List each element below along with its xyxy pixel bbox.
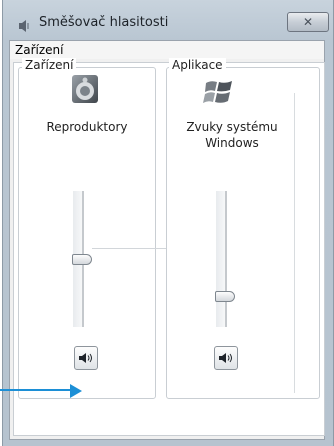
volume-mixer-window: Směšovač hlasitosti ✕ Zařízení Zařízení: [2, 0, 334, 446]
applications-group-label: Aplikace: [169, 58, 226, 72]
application-mute-button[interactable]: [214, 346, 238, 370]
mixer-content: Zařízení Reproduktory Aplikace Zvuky sys…: [13, 58, 325, 436]
device-name: Reproduktory: [46, 120, 128, 134]
speaker-volume-icon: [219, 353, 232, 363]
applications-scroll-divider: [294, 93, 295, 393]
client-area: Zařízení Zařízení Reproduktory Aplikace …: [9, 40, 325, 440]
callout-line: [0, 389, 74, 391]
application-name: Zvuky systému Windows: [166, 119, 298, 151]
close-button[interactable]: ✕: [287, 12, 329, 32]
speaker-icon: [69, 73, 101, 105]
application-name-line1: Zvuky systému: [186, 120, 278, 134]
windows-logo-icon: [202, 77, 236, 107]
speaker-mixer-icon: [17, 18, 31, 32]
speaker-volume-icon: [79, 353, 92, 363]
title-bar[interactable]: Směšovač hlasitosti ✕: [3, 0, 333, 40]
close-icon: ✕: [302, 15, 314, 29]
callout-arrow-icon: [70, 383, 82, 398]
application-volume-slider[interactable]: [225, 191, 227, 327]
window-title: Směšovač hlasitosti: [39, 15, 169, 30]
device-group-label: Zařízení: [22, 58, 77, 72]
applications-group: [166, 67, 320, 399]
device-mute-button[interactable]: [74, 346, 98, 370]
device-volume-thumb[interactable]: [72, 254, 92, 265]
application-volume-thumb[interactable]: [215, 291, 235, 302]
menu-bar: Zařízení: [10, 41, 324, 59]
application-name-line2: Windows: [205, 136, 259, 150]
menu-item-device[interactable]: Zařízení: [15, 43, 63, 57]
